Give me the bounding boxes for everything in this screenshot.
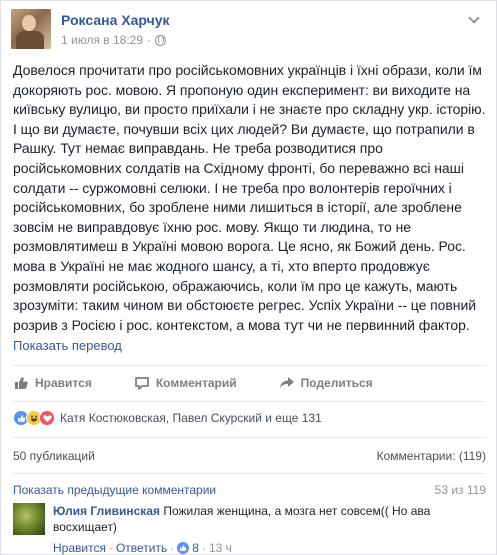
comments-count[interactable]: Комментарии: (119) [377,449,486,463]
author-name[interactable]: Роксана Харчук [61,12,170,28]
divider [13,437,486,438]
like-button[interactable]: Нравится [13,375,92,391]
show-translation-link[interactable]: Показать перевод [13,338,122,353]
share-icon [279,377,294,388]
post-header: Роксана Харчук 1 июля в 18:29 · [11,9,481,51]
commenter-name[interactable]: Юлия Гливинская [53,504,160,518]
avatar-body [16,31,44,49]
post-text: Довелося прочитати про російськомовних у… [13,62,486,333]
divider [13,365,486,366]
share-button[interactable]: Поделиться [279,375,373,391]
thumbs-up-icon [177,542,190,554]
post-date[interactable]: 1 июля в 18:29 [61,33,143,47]
show-previous-comments-link[interactable]: Показать предыдущие комментарии [13,483,216,497]
comment-button[interactable]: Комментарий [134,375,237,391]
comment-like-link[interactable]: Нравится [53,541,106,555]
post-actions: Нравится Комментарий Поделиться [13,371,486,395]
meta-dot: · [147,33,152,47]
comment-time[interactable]: 13 ч [209,541,232,555]
comment-dot: · [201,541,206,555]
reactions-summary[interactable]: Катя Костюковская, Павел Скурский и еще … [13,409,322,427]
chevron-down-icon[interactable] [467,13,481,27]
globe-icon[interactable] [155,34,167,46]
share-label: Поделиться [300,376,373,390]
comment-dot: · [170,541,175,555]
avatar-face [22,15,36,31]
divider [13,401,486,402]
comment-actions: Нравится · Ответить · 8 · 13 ч [53,541,232,555]
comment-likes-count[interactable]: 8 [192,541,199,555]
comment-label: Комментарий [155,376,237,390]
post-card: Роксана Харчук 1 июля в 18:29 · Довелося… [0,0,497,555]
post-meta: 1 июля в 18:29 · [61,33,167,47]
shares-count[interactable]: 50 публикаций [13,449,95,463]
reactors-names[interactable]: Катя Костюковская, Павел Скурский и еще … [60,411,322,425]
commenter-avatar[interactable] [13,503,45,535]
love-reaction-icon [39,410,55,426]
divider [13,473,486,474]
previous-comments-row: Показать предыдущие комментарии 53 из 11… [13,483,486,497]
comment-body: Юлия Гливинская Пожилая женщина, а мозга… [53,503,473,535]
comment-icon [134,377,149,390]
thumbs-up-icon [15,377,28,389]
author-avatar[interactable] [11,9,51,49]
post-stats: 50 публикаций Комментарии: (119) [13,449,486,463]
comment-dot: · [108,541,113,555]
comments-pager-count: 53 из 119 [434,483,486,497]
comment-reply-link[interactable]: Ответить [116,541,167,555]
like-label: Нравится [35,376,92,390]
